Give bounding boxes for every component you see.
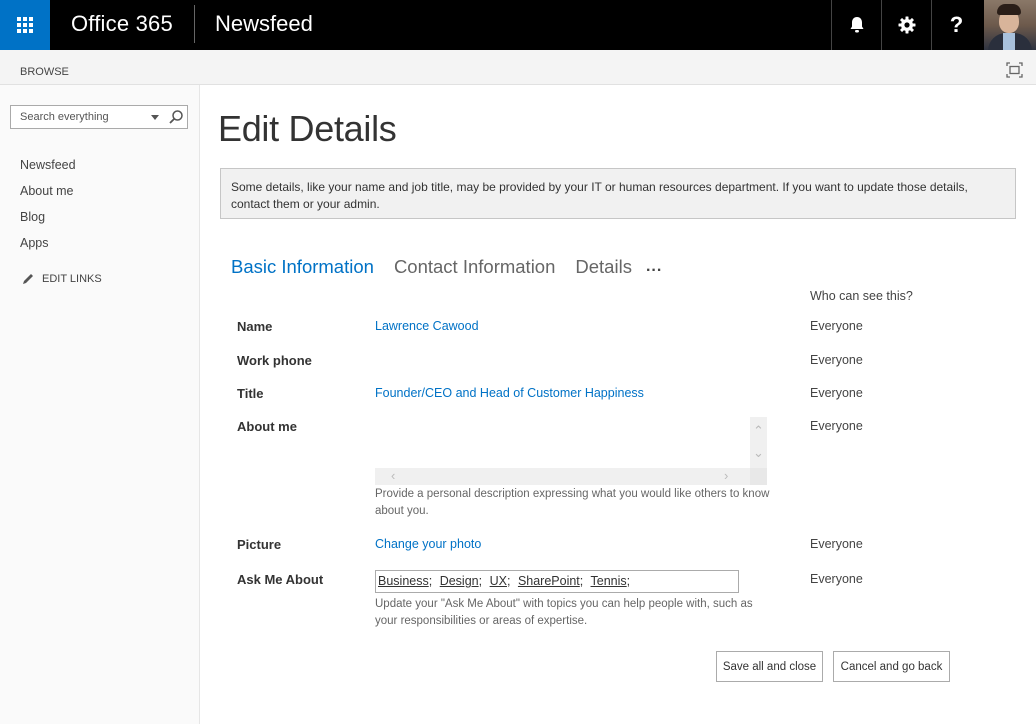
suite-bar: Office 365 Newsfeed ? — [0, 0, 1036, 50]
scroll-left-icon[interactable]: ‹ — [391, 469, 395, 482]
settings-button[interactable] — [881, 0, 931, 50]
focus-on-content-icon[interactable] — [1006, 62, 1023, 78]
change-photo-link[interactable]: Change your photo — [375, 537, 481, 551]
picture-visibility: Everyone — [810, 537, 863, 551]
nav-item-newsfeed[interactable]: Newsfeed — [20, 157, 76, 183]
help-button[interactable]: ? — [931, 0, 981, 50]
left-navigation: Newsfeed About me Blog Apps EDIT LINKS — [0, 85, 200, 724]
search-icon[interactable] — [168, 109, 184, 125]
ask-me-about-tag[interactable]: UX — [490, 574, 507, 588]
more-tabs-button[interactable]: ... — [646, 258, 662, 276]
search-box — [10, 105, 188, 129]
gear-icon — [898, 16, 915, 34]
ask-me-about-tag[interactable]: Design — [440, 574, 479, 588]
browse-tab[interactable]: BROWSE — [20, 66, 69, 78]
picture-label: Picture — [237, 537, 282, 552]
ask-me-about-label: Ask Me About — [237, 572, 324, 587]
quick-launch: Newsfeed About me Blog Apps — [20, 157, 76, 261]
scroll-right-icon[interactable]: › — [724, 469, 728, 482]
nav-item-about-me[interactable]: About me — [20, 183, 76, 209]
nav-item-blog[interactable]: Blog — [20, 209, 76, 235]
about-me-label: About me — [237, 419, 297, 434]
help-icon: ? — [949, 12, 964, 37]
info-notice: Some details, like your name and job tit… — [220, 168, 1016, 219]
app-launcher-icon — [17, 17, 33, 33]
tab-details[interactable]: Details — [575, 256, 632, 278]
brand-title[interactable]: Office 365 — [71, 11, 173, 37]
edit-links-label: EDIT LINKS — [42, 273, 102, 285]
ask-me-about-visibility: Everyone — [810, 572, 863, 586]
name-label: Name — [237, 319, 273, 334]
visibility-column-header: Who can see this? — [810, 289, 913, 303]
user-avatar[interactable] — [984, 0, 1036, 50]
ask-me-about-tag[interactable]: SharePoint — [518, 574, 580, 588]
search-input[interactable] — [11, 106, 141, 128]
ribbon: BROWSE — [0, 50, 1036, 85]
page-title: Edit Details — [218, 108, 397, 149]
name-visibility: Everyone — [810, 319, 863, 333]
title-visibility: Everyone — [810, 386, 863, 400]
app-launcher-button[interactable] — [0, 0, 50, 50]
about-me-visibility: Everyone — [810, 419, 863, 433]
notifications-button[interactable] — [831, 0, 881, 50]
app-title[interactable]: Newsfeed — [215, 11, 313, 37]
ask-me-about-tag[interactable]: Tennis — [591, 574, 627, 588]
name-value[interactable]: Lawrence Cawood — [375, 319, 479, 333]
about-me-editor: ⌃ ⌄ ‹ › — [375, 417, 767, 485]
ask-me-about-tag[interactable]: Business — [378, 574, 429, 588]
brand-divider — [194, 5, 195, 43]
about-me-hint: Provide a personal description expressin… — [375, 488, 770, 517]
about-me-horizontal-scrollbar[interactable]: ‹ › — [375, 468, 750, 485]
pencil-icon — [23, 274, 33, 284]
tab-basic-information[interactable]: Basic Information — [231, 256, 374, 278]
scroll-down-icon[interactable]: ⌄ — [753, 446, 764, 459]
save-all-and-close-button[interactable]: Save all and close — [716, 651, 823, 682]
edit-links-button[interactable]: EDIT LINKS — [22, 273, 102, 285]
ask-me-about-input[interactable]: Business; Design; UX; SharePoint; Tennis… — [375, 570, 739, 593]
scroll-up-icon[interactable]: ⌃ — [753, 424, 764, 437]
work-phone-visibility: Everyone — [810, 353, 863, 367]
about-me-textarea[interactable] — [375, 417, 750, 468]
work-phone-label: Work phone — [237, 353, 312, 368]
bell-icon — [850, 17, 863, 33]
search-scope-dropdown-icon[interactable] — [151, 115, 159, 120]
cancel-and-go-back-button[interactable]: Cancel and go back — [833, 651, 950, 682]
title-label: Title — [237, 386, 264, 401]
ask-me-about-hint: Update your "Ask Me About" with topics y… — [375, 598, 753, 627]
section-tabs: Basic Information Contact Information De… — [231, 256, 662, 278]
about-me-vertical-scrollbar[interactable]: ⌃ ⌄ — [750, 417, 767, 468]
scroll-corner — [750, 468, 767, 485]
title-value[interactable]: Founder/CEO and Head of Customer Happine… — [375, 386, 644, 400]
tab-contact-information[interactable]: Contact Information — [394, 256, 555, 278]
nav-item-apps[interactable]: Apps — [20, 235, 76, 261]
